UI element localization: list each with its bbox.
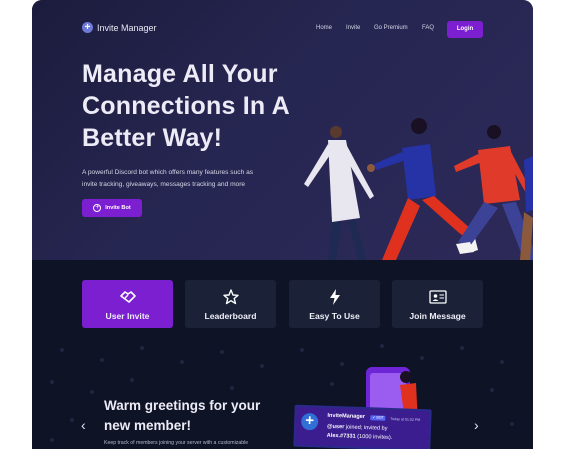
message-author: InviteManager bbox=[327, 412, 366, 421]
hero-subtext: A powerful Discord bot which offers many… bbox=[82, 167, 282, 191]
invite-bot-button[interactable]: + Invite Bot bbox=[82, 199, 142, 217]
message-inviter: Alex.#7331 bbox=[326, 432, 356, 440]
subtext-line: invite tracking, giveaways, messages tra… bbox=[82, 181, 246, 188]
discord-message-card: + InviteManager ✓ BOT Today at 01:02 PM … bbox=[293, 404, 432, 449]
bot-avatar-plus-icon: + bbox=[300, 412, 319, 431]
title-line: new member! bbox=[104, 418, 192, 433]
person-partial-right bbox=[520, 156, 533, 260]
card-join-message[interactable]: Join Message bbox=[392, 280, 483, 328]
handshake-icon bbox=[119, 290, 136, 303]
card-label: User Invite bbox=[105, 310, 150, 321]
person-white-coat bbox=[304, 126, 374, 260]
message-user: @user bbox=[326, 423, 345, 431]
id-card-icon bbox=[428, 289, 447, 304]
people-illustration bbox=[304, 118, 533, 260]
carousel-title: Warm greetings for your new member! bbox=[104, 396, 284, 436]
feature-cards: User Invite Leaderboard Easy To Use Join… bbox=[82, 280, 483, 328]
card-user-invite[interactable]: User Invite bbox=[82, 280, 173, 328]
message-body: + InviteManager ✓ BOT Today at 01:02 PM … bbox=[295, 406, 430, 449]
page-frame: + Invite Manager Home Invite Go Premium … bbox=[32, 0, 533, 449]
headline-line: Manage All Your bbox=[82, 60, 278, 88]
plus-circle-icon: + bbox=[93, 204, 102, 212]
navbar: + Invite Manager Home Invite Go Premium … bbox=[32, 0, 533, 60]
lightning-icon bbox=[329, 288, 340, 305]
plus-logo-icon: + bbox=[82, 22, 93, 33]
brand-name: Invite Manager bbox=[97, 22, 157, 33]
message-invites: (1000 invites). bbox=[355, 433, 393, 442]
message-line-1: @user joined; invited by bbox=[327, 424, 388, 432]
brand-logo[interactable]: + Invite Manager bbox=[82, 22, 157, 33]
carousel-section: ‹ › Warm greetings for your new member! … bbox=[32, 340, 533, 449]
carousel-description: Keep track of members joining your serve… bbox=[104, 440, 249, 446]
card-leaderboard[interactable]: Leaderboard bbox=[185, 280, 276, 328]
card-easy-to-use[interactable]: Easy To Use bbox=[289, 280, 380, 328]
card-label: Leaderboard bbox=[204, 310, 257, 321]
subtext-line: A powerful Discord bot which offers many… bbox=[82, 169, 254, 176]
card-label: Join Message bbox=[409, 310, 466, 321]
message-time: Today at 01:02 PM bbox=[390, 416, 421, 423]
title-line: Warm greetings for your bbox=[104, 398, 261, 413]
message-line-2: Alex.#7331 (1000 invites). bbox=[327, 433, 393, 441]
star-icon bbox=[222, 288, 239, 304]
card-label: Easy To Use bbox=[309, 310, 360, 321]
carousel-prev-chevron-icon[interactable]: ‹ bbox=[81, 418, 86, 432]
nav-link-go-premium[interactable]: Go Premium bbox=[374, 25, 408, 31]
nav-link-invite[interactable]: Invite bbox=[346, 25, 360, 31]
message-joined-text: joined; invited by bbox=[344, 424, 388, 432]
login-button[interactable]: Login bbox=[447, 21, 483, 38]
invite-bot-label: Invite Bot bbox=[105, 205, 131, 211]
carousel-next-chevron-icon[interactable]: › bbox=[474, 418, 479, 432]
nav-link-home[interactable]: Home bbox=[316, 25, 332, 31]
person-red-jacket bbox=[454, 125, 533, 260]
nav-link-faq[interactable]: FAQ bbox=[422, 25, 434, 31]
hero-section: + Invite Manager Home Invite Go Premium … bbox=[32, 0, 533, 260]
bot-badge: ✓ BOT bbox=[370, 415, 386, 421]
